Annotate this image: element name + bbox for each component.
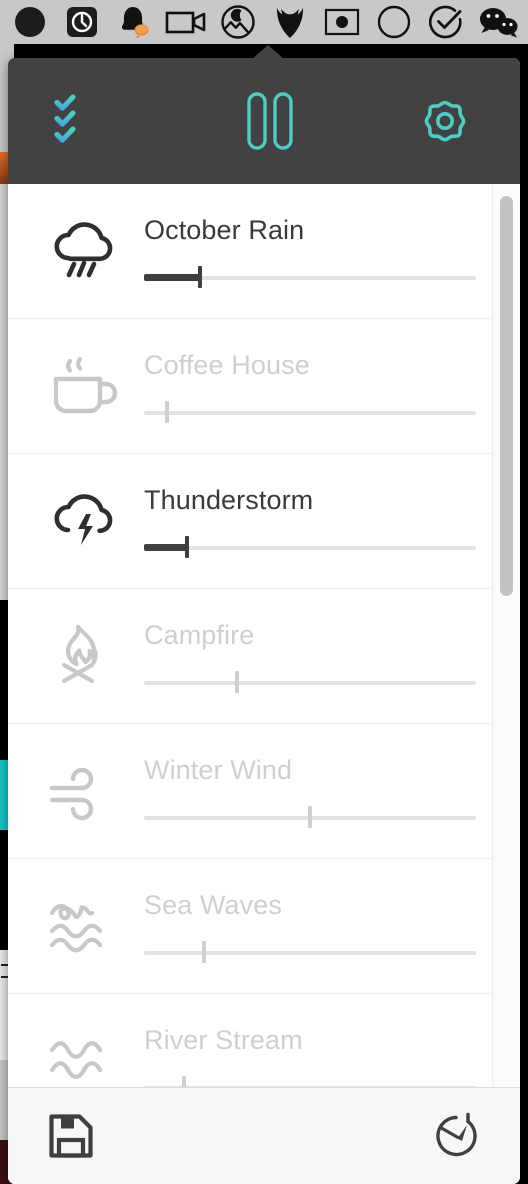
system-menu-bar	[0, 0, 528, 44]
sound-row-content: Winter Wind	[130, 755, 502, 828]
checklist-icon	[54, 94, 124, 143]
menubar-clock-square-icon[interactable]	[56, 0, 108, 44]
scrollbar-track[interactable]	[492, 184, 520, 1087]
slider-thumb[interactable]	[308, 805, 312, 828]
menubar-record-dot-icon[interactable]	[316, 0, 368, 44]
coffee-cup-icon	[44, 353, 130, 419]
slider-track	[144, 545, 476, 550]
menubar-wechat-bubbles-icon[interactable]	[472, 0, 524, 44]
pause-icon	[247, 92, 293, 150]
slider-track	[144, 950, 476, 955]
sound-row-content: Campfire	[130, 620, 502, 693]
sound-title: Campfire	[144, 619, 255, 650]
volume-slider[interactable]	[144, 400, 476, 423]
sound-row[interactable]: Winter Wind	[8, 724, 520, 859]
slider-thumb[interactable]	[185, 535, 190, 558]
sea-waves-icon	[44, 893, 130, 959]
sound-row[interactable]: October Rain	[8, 184, 520, 319]
slider-thumb[interactable]	[198, 265, 203, 288]
volume-slider[interactable]	[144, 940, 476, 963]
pause-button[interactable]	[244, 90, 296, 152]
sound-row-content: Coffee House	[130, 350, 502, 423]
menubar-circle-dot-icon[interactable]	[4, 0, 56, 44]
sound-row-content: October Rain	[130, 215, 502, 288]
settings-button[interactable]	[416, 92, 474, 150]
popover-header	[8, 58, 520, 184]
sound-row[interactable]: Coffee House	[8, 319, 520, 454]
sound-title: October Rain	[144, 214, 305, 245]
timer-icon	[436, 1112, 477, 1157]
slider-track	[144, 1085, 476, 1087]
sound-row-content: Thunderstorm	[130, 485, 502, 558]
sound-title: Winter Wind	[144, 754, 293, 785]
slider-thumb[interactable]	[165, 400, 170, 423]
sound-row-content: River Stream	[130, 1024, 502, 1087]
popover-footer	[8, 1087, 520, 1184]
slider-thumb[interactable]	[201, 940, 206, 963]
floppy-disk-icon	[49, 1114, 93, 1158]
rain-cloud-icon	[44, 218, 130, 284]
sound-row[interactable]: River Stream	[8, 994, 520, 1087]
popover-body: October Rain Coffee House Thunderstorm C…	[8, 58, 520, 1184]
menubar-check-circle-icon[interactable]	[420, 0, 472, 44]
slider-track	[144, 410, 476, 415]
menubar-night-landscape-icon[interactable]	[212, 0, 264, 44]
save-preset-button[interactable]	[48, 1113, 94, 1159]
menubar-empty-circle-icon[interactable]	[368, 0, 420, 44]
sound-rows: October Rain Coffee House Thunderstorm C…	[8, 184, 520, 1087]
sound-row[interactable]: Sea Waves	[8, 859, 520, 994]
sound-list-button[interactable]	[54, 94, 124, 148]
sound-title: Sea Waves	[144, 889, 282, 920]
sound-title: River Stream	[144, 1024, 303, 1055]
slider-fill	[144, 543, 188, 551]
slider-track	[144, 680, 476, 685]
river-stream-icon	[44, 1028, 130, 1087]
sound-row-content: Sea Waves	[130, 890, 502, 963]
timer-button[interactable]	[432, 1112, 480, 1160]
popover-arrow	[252, 45, 284, 59]
menubar-gitlab-fox-icon[interactable]	[264, 0, 316, 44]
wind-icon	[44, 758, 130, 824]
menubar-video-camera-icon[interactable]	[160, 0, 212, 44]
campfire-icon	[44, 623, 130, 689]
volume-slider[interactable]	[144, 1075, 476, 1087]
menubar-penguin-chat-icon[interactable]	[108, 0, 160, 44]
gear-icon	[424, 100, 466, 142]
volume-slider[interactable]	[144, 805, 476, 828]
screen: October Rain Coffee House Thunderstorm C…	[0, 0, 528, 1184]
sound-list[interactable]: October Rain Coffee House Thunderstorm C…	[8, 184, 520, 1087]
sound-title: Coffee House	[144, 349, 310, 380]
sound-title: Thunderstorm	[144, 484, 314, 515]
storm-cloud-icon	[44, 488, 130, 554]
slider-thumb[interactable]	[234, 670, 239, 693]
sound-row[interactable]: Campfire	[8, 589, 520, 724]
volume-slider[interactable]	[144, 670, 476, 693]
sound-row[interactable]: Thunderstorm	[8, 454, 520, 589]
volume-slider[interactable]	[144, 265, 476, 288]
volume-slider[interactable]	[144, 535, 476, 558]
slider-fill	[144, 273, 201, 281]
slider-thumb[interactable]	[181, 1075, 186, 1087]
noizio-popover: October Rain Coffee House Thunderstorm C…	[8, 45, 520, 1184]
scrollbar-thumb[interactable]	[500, 196, 513, 596]
